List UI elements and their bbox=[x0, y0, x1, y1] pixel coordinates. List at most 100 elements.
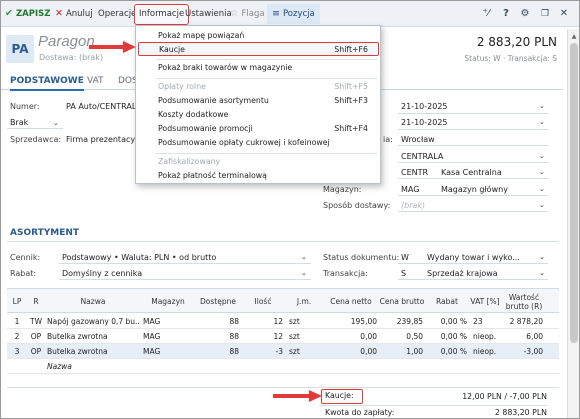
cell-vat[interactable]: nieop. bbox=[473, 344, 501, 359]
cell-rabat[interactable]: 0,00 % bbox=[425, 314, 467, 329]
cell-ilosc[interactable]: 12 bbox=[241, 314, 283, 329]
cell-cena-brutto[interactable]: 0,50 bbox=[379, 329, 423, 344]
column-header-jm[interactable]: J.m. bbox=[285, 289, 323, 314]
chevron-down-icon: ⌄ bbox=[539, 168, 545, 176]
tab-podstawowe[interactable]: PODSTAWOWE bbox=[10, 76, 84, 91]
cell-nazwa[interactable]: Napój gazowany 0,7 bu... bbox=[47, 314, 139, 329]
menu-item-label: Zafiskalizowany bbox=[158, 157, 221, 166]
save-button[interactable]: ✔ ZAPISZ bbox=[5, 7, 50, 21]
menu-item-podsumowanie-asortymentu[interactable]: Podsumowanie asortymentu Shift+F3 bbox=[136, 94, 380, 108]
menu-item-koszty-dodatkowe[interactable]: Koszty dodatkowe bbox=[136, 108, 380, 122]
numer-field[interactable]: PA Auto/CENTRALA/ bbox=[66, 102, 145, 111]
cell-cena-brutto[interactable]: 239,85 bbox=[379, 314, 423, 329]
settings-menu[interactable]: Ustawienia bbox=[185, 7, 232, 21]
column-header-wartosc-brutto[interactable]: Wartość brutto (R) bbox=[501, 289, 547, 314]
cell-rabat[interactable]: 0,00 % bbox=[425, 329, 467, 344]
column-header-vat[interactable]: VAT [%] bbox=[469, 289, 501, 314]
cell-jm[interactable]: szt bbox=[289, 329, 323, 344]
cell-lp[interactable]: 1 bbox=[7, 314, 27, 329]
cell-cena-netto[interactable]: 0,00 bbox=[323, 344, 377, 359]
cell-nazwa[interactable]: Butelka zwrotna bbox=[47, 344, 139, 359]
chevron-down-icon: ⌄ bbox=[301, 253, 307, 261]
cell-rabat[interactable]: 0,00 % bbox=[425, 344, 467, 359]
stanowisko-value: Kasa Centralna bbox=[441, 168, 502, 177]
cell-ilosc[interactable]: -3 bbox=[241, 344, 283, 359]
column-header-r[interactable]: R bbox=[27, 289, 45, 314]
toolbar: ✔ ZAPISZ ✕ Anuluj Operacje Informacje Usta… bbox=[1, 1, 579, 27]
divider bbox=[7, 241, 559, 242]
column-header-magazyn[interactable]: Magazyn bbox=[141, 289, 195, 314]
cell-dostepne[interactable]: 88 bbox=[195, 314, 239, 329]
table-row[interactable]: 3 OP Butelka zwrotna MAG 88 -3 szt 0,00 1,00 0,00… bbox=[7, 344, 559, 359]
cancel-button[interactable]: ✕ Anuluj bbox=[55, 7, 93, 21]
date1-value: 21-10-2025 bbox=[401, 102, 448, 111]
cell-dostepne[interactable]: 88 bbox=[195, 329, 239, 344]
restore-window-icon[interactable]: ❐ bbox=[538, 6, 552, 22]
table-row[interactable]: 1 TW Napój gazowany 0,7 bu... MAG 88 12 szt 195… bbox=[7, 314, 559, 329]
chevron-down-icon: ⌄ bbox=[301, 269, 307, 277]
checkmark-icon: ✔ bbox=[5, 8, 13, 19]
menu-item-label: Pokaż płatność terminalową bbox=[158, 171, 267, 180]
scroll-up-icon[interactable]: ▲ bbox=[570, 33, 578, 40]
cell-jm[interactable]: szt bbox=[289, 344, 323, 359]
close-icon[interactable]: ✕ bbox=[557, 6, 571, 22]
menu-item-braki-towarow[interactable]: Pokaż braki towarów w magazynie bbox=[136, 61, 380, 75]
tab-vat[interactable]: VAT bbox=[87, 76, 104, 86]
cell-magazyn[interactable]: MAG bbox=[143, 314, 195, 329]
cell-wartosc-brutto[interactable]: -3,00 bbox=[501, 344, 543, 359]
cell-jm[interactable]: szt bbox=[289, 314, 323, 329]
cell-vat[interactable]: nieop. bbox=[473, 329, 501, 344]
table-row[interactable]: 2 OP Butelka zwrotna MAG 88 12 szt 0,00 0,50 0,00… bbox=[7, 329, 559, 344]
cell-lp[interactable]: 2 bbox=[7, 329, 27, 344]
cell-vat[interactable]: 23 bbox=[473, 314, 501, 329]
column-header-cena-brutto[interactable]: Cena brutto bbox=[379, 289, 425, 314]
column-header-rabat[interactable]: Rabat bbox=[425, 289, 469, 314]
kaucje-summary-label: Kaucje: bbox=[321, 389, 363, 404]
wand-icon[interactable]: ⁺⁄ bbox=[479, 6, 493, 22]
scrollbar-thumb[interactable] bbox=[570, 43, 578, 343]
cell-r[interactable]: OP bbox=[27, 329, 45, 344]
magazyn-value: Magazyn główny bbox=[441, 185, 508, 194]
cell-wartosc-brutto[interactable]: 6,00 bbox=[501, 329, 543, 344]
position-menu[interactable]: ≡ Pozycja bbox=[267, 4, 320, 24]
close-x-icon: ✕ bbox=[55, 8, 63, 19]
menu-item-shortcut: Shift+F6 bbox=[334, 45, 368, 54]
menu-item-label: Podsumowanie asortymentu bbox=[158, 96, 269, 105]
operations-menu[interactable]: Operacje bbox=[98, 7, 136, 21]
new-row-name-input[interactable]: Nazwa bbox=[47, 359, 137, 374]
vertical-scrollbar[interactable]: ▲ bbox=[567, 29, 579, 418]
flag-button[interactable]: ☆ Flaga bbox=[230, 7, 265, 21]
cell-ilosc[interactable]: 12 bbox=[241, 329, 283, 344]
cell-dostepne[interactable]: 88 bbox=[195, 344, 239, 359]
miejscowosc-value: Wrocław bbox=[401, 135, 435, 144]
cell-lp[interactable]: 3 bbox=[7, 344, 27, 359]
column-header-cena-netto[interactable]: Cena netto bbox=[323, 289, 379, 314]
oddzial-value: CENTRALA bbox=[401, 152, 444, 161]
column-header-lp[interactable]: LP bbox=[7, 289, 27, 314]
cell-cena-netto[interactable]: 0,00 bbox=[323, 329, 377, 344]
cell-nazwa[interactable]: Butelka zwrotna bbox=[47, 329, 139, 344]
column-header-ilosc[interactable]: Ilość bbox=[241, 289, 285, 314]
gear-icon[interactable]: ⚙ bbox=[518, 6, 532, 22]
menu-separator bbox=[156, 153, 378, 154]
menu-item-kaucje[interactable]: Kaucje Shift+F6 bbox=[138, 42, 379, 56]
cell-cena-brutto[interactable]: 1,00 bbox=[379, 344, 423, 359]
cell-r[interactable]: TW bbox=[27, 314, 45, 329]
new-row[interactable]: Nazwa bbox=[7, 359, 559, 374]
cell-cena-netto[interactable]: 195,00 bbox=[323, 314, 377, 329]
information-menu[interactable]: Informacje bbox=[134, 4, 190, 25]
menu-item-platnosc-terminalowa[interactable]: Pokaż płatność terminalową bbox=[136, 169, 380, 183]
cell-magazyn[interactable]: MAG bbox=[143, 329, 195, 344]
help-icon[interactable]: ? bbox=[499, 6, 513, 22]
menu-item-mapa-powiazan[interactable]: Pokaż mapę powiązań bbox=[136, 29, 380, 43]
cell-wartosc-brutto[interactable]: 2 878,20 bbox=[501, 314, 543, 329]
cell-r[interactable]: OP bbox=[27, 344, 45, 359]
menu-item-oplata-cukrowa[interactable]: Podsumowanie opłaty cukrowej i kofeinowe… bbox=[136, 136, 380, 150]
menu-item-podsumowanie-promocji[interactable]: Podsumowanie promocji Shift+F4 bbox=[136, 122, 380, 136]
column-header-dostepne[interactable]: Dostępne bbox=[195, 289, 241, 314]
kwota-value: 2 883,20 PLN bbox=[494, 408, 547, 417]
status-code: W bbox=[401, 253, 409, 262]
chevron-down-icon: ⌄ bbox=[539, 269, 545, 277]
cell-magazyn[interactable]: MAG bbox=[143, 344, 195, 359]
column-header-nazwa[interactable]: Nazwa bbox=[45, 289, 141, 314]
